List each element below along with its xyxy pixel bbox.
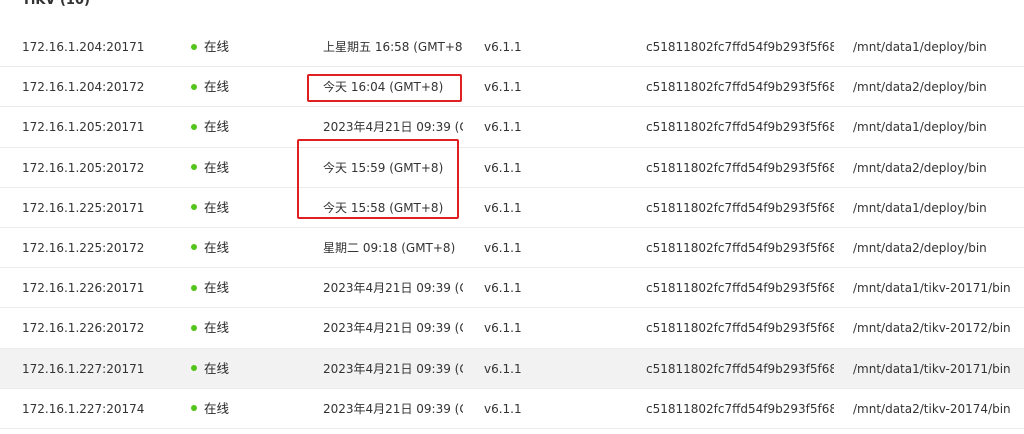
start-time-cell: 星期二 09:18 (GMT+8): [323, 240, 456, 255]
status-cell: 在线: [191, 268, 291, 308]
version-cell: v6.1.1: [484, 281, 522, 296]
table-row[interactable]: 172.16.1.225:20171 在线 今天 15:58 (GMT+8) v…: [0, 188, 1024, 228]
deploy-dir-cell: /mnt/data2/tikv-20174/bin: [853, 401, 1011, 416]
git-hash-cell: c51811802fc7ffd54f9b293f5f681b...: [646, 160, 834, 175]
online-dot-icon: [191, 284, 197, 291]
instances-table: 172.16.1.204:20171 在线 上星期五 16:58 (GMT+8)…: [0, 27, 1024, 429]
table-row[interactable]: 172.16.1.226:20172 在线 2023年4月21日 09:39 (…: [0, 308, 1024, 349]
section-title: TiKV (10): [22, 0, 90, 8]
online-dot-icon: [191, 43, 197, 50]
status-cell: 在线: [191, 107, 291, 147]
address-cell: 172.16.1.227:20171: [22, 361, 145, 376]
deploy-dir-cell: /mnt/data1/deploy/bin: [853, 200, 987, 215]
start-time-cell: 2023年4月21日 09:39 (G...: [323, 401, 463, 416]
status-cell: 在线: [191, 389, 291, 429]
status-label: 在线: [204, 320, 230, 336]
address-cell: 172.16.1.225:20171: [22, 200, 145, 215]
status-label: 在线: [204, 400, 230, 416]
version-cell: v6.1.1: [484, 80, 522, 95]
status-label: 在线: [204, 360, 230, 376]
table-row[interactable]: 172.16.1.227:20171 在线 2023年4月21日 09:39 (…: [0, 348, 1024, 389]
address-cell: 172.16.1.205:20171: [22, 120, 145, 135]
online-dot-icon: [191, 164, 197, 171]
deploy-dir-cell: /mnt/data2/deploy/bin: [853, 160, 987, 175]
table-row[interactable]: 172.16.1.205:20172 在线 今天 15:59 (GMT+8) v…: [0, 148, 1024, 188]
status-label: 在线: [204, 239, 230, 255]
table-row[interactable]: 172.16.1.204:20171 在线 上星期五 16:58 (GMT+8)…: [0, 27, 1024, 68]
address-cell: 172.16.1.205:20172: [22, 160, 145, 175]
status-label: 在线: [204, 159, 230, 175]
git-hash-cell: c51811802fc7ffd54f9b293f5f681b...: [646, 240, 834, 255]
version-cell: v6.1.1: [484, 40, 522, 54]
start-time-cell: 今天 16:04 (GMT+8): [323, 80, 444, 95]
start-time-cell: 2023年4月21日 09:39 (G...: [323, 361, 463, 376]
online-dot-icon: [191, 204, 197, 211]
deploy-dir-cell: /mnt/data2/deploy/bin: [853, 240, 987, 255]
git-hash-cell: c51811802fc7ffd54f9b293f5f681b...: [646, 401, 834, 416]
git-hash-cell: c51811802fc7ffd54f9b293f5f681b...: [646, 40, 834, 54]
deploy-dir-cell: /mnt/data1/tikv-20171/bin: [853, 281, 1011, 296]
table-row[interactable]: 172.16.1.227:20174 在线 2023年4月21日 09:39 (…: [0, 389, 1024, 429]
online-dot-icon: [191, 83, 197, 90]
deploy-dir-cell: /mnt/data2/deploy/bin: [853, 80, 987, 95]
address-cell: 172.16.1.227:20174: [22, 401, 145, 416]
address-cell: 172.16.1.204:20171: [22, 40, 145, 54]
start-time-cell: 今天 15:58 (GMT+8): [323, 200, 444, 215]
status-cell: 在线: [191, 349, 291, 389]
address-cell: 172.16.1.226:20172: [22, 321, 145, 336]
git-hash-cell: c51811802fc7ffd54f9b293f5f681b...: [646, 120, 834, 135]
online-dot-icon: [191, 123, 197, 130]
version-cell: v6.1.1: [484, 200, 522, 215]
online-dot-icon: [191, 324, 197, 331]
status-cell: 在线: [191, 148, 291, 188]
deploy-dir-cell: /mnt/data2/tikv-20172/bin: [853, 321, 1011, 336]
start-time-cell: 上星期五 16:58 (GMT+8): [323, 40, 463, 54]
start-time-cell: 2023年4月21日 09:39 (G...: [323, 321, 463, 336]
start-time-cell: 今天 15:59 (GMT+8): [323, 160, 444, 175]
status-label: 在线: [204, 280, 230, 296]
status-label: 在线: [204, 39, 230, 54]
version-cell: v6.1.1: [484, 240, 522, 255]
status-cell: 在线: [191, 308, 291, 348]
address-cell: 172.16.1.204:20172: [22, 80, 145, 95]
table-row[interactable]: 172.16.1.204:20172 在线 今天 16:04 (GMT+8) v…: [0, 67, 1024, 108]
git-hash-cell: c51811802fc7ffd54f9b293f5f681b...: [646, 200, 834, 215]
version-cell: v6.1.1: [484, 120, 522, 135]
version-cell: v6.1.1: [484, 401, 522, 416]
version-cell: v6.1.1: [484, 361, 522, 376]
start-time-cell: 2023年4月21日 09:39 (G...: [323, 281, 463, 296]
git-hash-cell: c51811802fc7ffd54f9b293f5f681b...: [646, 361, 834, 376]
status-cell: 在线: [191, 188, 291, 228]
status-label: 在线: [204, 79, 230, 95]
git-hash-cell: c51811802fc7ffd54f9b293f5f681b...: [646, 80, 834, 95]
table-row[interactable]: 172.16.1.205:20171 在线 2023年4月21日 09:39 (…: [0, 107, 1024, 148]
git-hash-cell: c51811802fc7ffd54f9b293f5f681b...: [646, 281, 834, 296]
table-row[interactable]: 172.16.1.225:20172 在线 星期二 09:18 (GMT+8) …: [0, 228, 1024, 269]
version-cell: v6.1.1: [484, 321, 522, 336]
status-label: 在线: [204, 199, 230, 215]
online-dot-icon: [191, 365, 197, 371]
table-row[interactable]: 172.16.1.226:20171 在线 2023年4月21日 09:39 (…: [0, 268, 1024, 309]
status-cell: 在线: [191, 228, 291, 268]
deploy-dir-cell: /mnt/data1/deploy/bin: [853, 40, 987, 54]
deploy-dir-cell: /mnt/data1/tikv-20171/bin: [853, 361, 1011, 376]
status-label: 在线: [204, 119, 230, 135]
online-dot-icon: [191, 244, 197, 251]
status-cell: 在线: [191, 67, 291, 107]
deploy-dir-cell: /mnt/data1/deploy/bin: [853, 120, 987, 135]
address-cell: 172.16.1.225:20172: [22, 240, 145, 255]
status-cell: 在线: [191, 27, 291, 67]
git-hash-cell: c51811802fc7ffd54f9b293f5f681b...: [646, 321, 834, 336]
online-dot-icon: [191, 405, 197, 412]
start-time-cell: 2023年4月21日 09:39 (G...: [323, 120, 463, 135]
version-cell: v6.1.1: [484, 160, 522, 175]
address-cell: 172.16.1.226:20171: [22, 281, 145, 296]
